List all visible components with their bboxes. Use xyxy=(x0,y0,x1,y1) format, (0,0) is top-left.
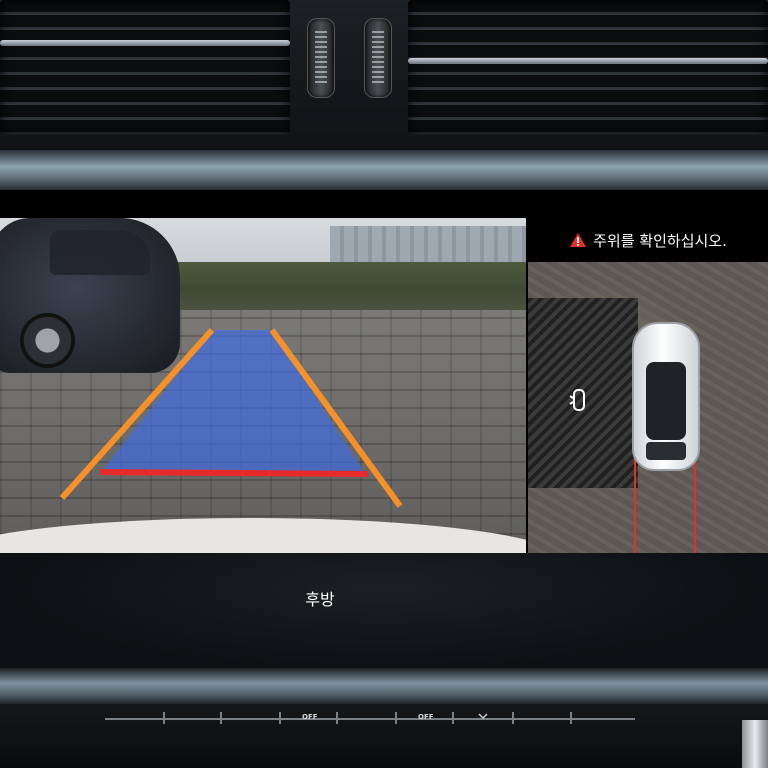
air-vent-right[interactable] xyxy=(408,0,768,135)
climate-divider xyxy=(220,712,222,724)
climate-divider xyxy=(395,712,397,724)
climate-divider xyxy=(279,712,281,724)
car-top-view-icon xyxy=(632,322,700,471)
chevron-down-icon[interactable] xyxy=(478,712,488,720)
warning-text: 주위를 확인하십시오. xyxy=(593,231,727,250)
climate-divider xyxy=(163,712,165,724)
parking-guide-overlay xyxy=(59,328,403,508)
warning-triangle-icon xyxy=(570,233,587,247)
rear-view-label[interactable]: 후방 xyxy=(300,586,340,610)
warning-banner: 주위를 확인하십시오. xyxy=(528,218,768,262)
climate-touch-strip[interactable] xyxy=(105,718,635,720)
climate-divider xyxy=(336,712,338,724)
climate-control-panel xyxy=(0,704,768,768)
guide-stop-line xyxy=(99,469,369,477)
climate-divider xyxy=(452,712,454,724)
parking-sensor-icon xyxy=(569,389,585,411)
climate-divider xyxy=(512,712,514,724)
screen-frame-bottom-trim xyxy=(0,668,768,706)
vent-knob-left[interactable] xyxy=(307,18,335,98)
vent-knob-right[interactable] xyxy=(364,18,392,98)
seat-off-button-left[interactable]: OFF xyxy=(302,713,318,721)
rear-camera-view xyxy=(0,218,526,553)
screen-frame-top-trim xyxy=(0,150,768,192)
surround-top-view: 주위를 확인하십시오. xyxy=(528,218,768,553)
climate-divider xyxy=(570,712,572,724)
air-vent-left[interactable] xyxy=(0,0,290,135)
seat-off-button-right[interactable]: OFF xyxy=(418,713,434,721)
chrome-side-trim xyxy=(742,720,768,768)
screen-bottom-bar xyxy=(0,553,768,670)
